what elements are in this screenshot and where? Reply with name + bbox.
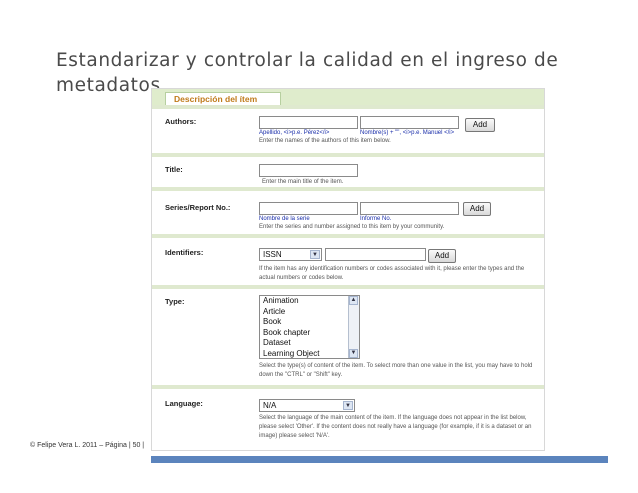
language-hint: Select the language of the main content … <box>259 415 532 439</box>
type-option[interactable]: Dataset <box>260 338 359 349</box>
type-scrollbar[interactable]: ▲ ▼ <box>348 296 359 358</box>
slide-footer: © Felipe Vera L. 2011 – Página | 50 | <box>30 442 145 449</box>
series-name-input[interactable] <box>259 202 358 215</box>
tab-strip: Descripción del ítem <box>152 89 544 105</box>
identifiers-add-button[interactable]: Add <box>428 249 456 263</box>
item-description-form: Descripción del ítem Authors: Add Apelli… <box>151 88 545 451</box>
identifiers-row: Identifiers: ISSN ▼ Add If the item has … <box>152 234 544 289</box>
identifier-type-select[interactable]: ISSN ▼ <box>259 248 322 261</box>
series-add-button[interactable]: Add <box>463 202 491 216</box>
type-label: Type: <box>165 297 185 306</box>
type-option[interactable]: Animation <box>260 296 359 307</box>
author-last-name-input[interactable] <box>259 116 358 129</box>
title-row: Title: Enter the main title of the item. <box>152 153 544 191</box>
authors-row: Authors: Add Apellido, <i>p.e. Pérez</i>… <box>152 105 544 157</box>
tab-item-description[interactable]: Descripción del ítem <box>165 92 281 105</box>
authors-hint: Enter the names of the authors of this i… <box>259 138 391 144</box>
language-select[interactable]: N/A ▼ <box>259 399 355 412</box>
chevron-down-icon[interactable]: ▼ <box>343 401 353 410</box>
series-name-sublabel: Nombre de la serie <box>259 216 310 222</box>
author-last-name-sublabel: Apellido, <i>p.e. Pérez</i> <box>259 130 330 136</box>
footer-bar <box>151 456 608 463</box>
authors-label: Authors: <box>165 117 197 126</box>
identifiers-label: Identifiers: <box>165 248 204 257</box>
author-first-name-input[interactable] <box>360 116 459 129</box>
language-label: Language: <box>165 399 203 408</box>
title-label: Title: <box>165 165 183 174</box>
language-row: Language: N/A ▼ Select the language of t… <box>152 385 544 450</box>
type-hint: Select the type(s) of content of the ite… <box>259 363 533 378</box>
identifier-type-value: ISSN <box>263 250 282 259</box>
arrow-down-icon[interactable]: ▼ <box>349 349 358 358</box>
type-listbox[interactable]: Animation Article Book Book chapter Data… <box>259 295 360 359</box>
series-label: Series/Report No.: <box>165 203 231 212</box>
authors-add-button[interactable]: Add <box>465 118 495 132</box>
identifier-value-input[interactable] <box>325 248 426 261</box>
author-first-name-sublabel: Nombre(s) + "", <i>p.e. Manuel </i> <box>360 130 455 136</box>
report-number-sublabel: Informe No. <box>360 216 392 222</box>
chevron-down-icon[interactable]: ▼ <box>310 250 320 259</box>
type-option[interactable]: Book chapter <box>260 328 359 339</box>
type-row: Type: Animation Article Book Book chapte… <box>152 285 544 389</box>
type-option[interactable]: Learning Object <box>260 349 359 359</box>
language-value: N/A <box>263 401 277 410</box>
title-input[interactable] <box>259 164 358 177</box>
title-hint: Enter the main title of the item. <box>262 179 344 185</box>
identifiers-hint: If the item has any identification numbe… <box>259 266 525 281</box>
type-option[interactable]: Article <box>260 307 359 318</box>
series-hint: Enter the series and number assigned to … <box>259 224 445 230</box>
arrow-up-icon[interactable]: ▲ <box>349 296 358 305</box>
report-number-input[interactable] <box>360 202 459 215</box>
type-option[interactable]: Book <box>260 317 359 328</box>
series-row: Series/Report No.: Add Nombre de la seri… <box>152 187 544 238</box>
